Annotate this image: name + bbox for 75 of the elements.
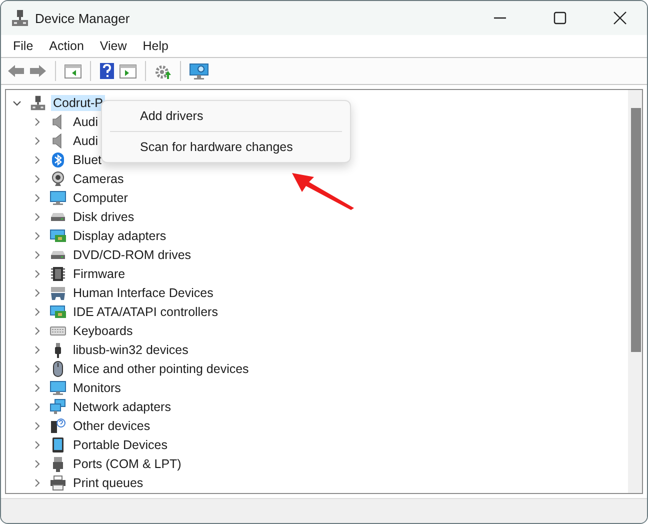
expand-chevron-icon[interactable] <box>32 154 42 164</box>
expand-chevron-icon[interactable] <box>32 402 42 412</box>
tree-item[interactable]: Monitors <box>71 380 123 396</box>
tree-item[interactable]: Computer <box>71 190 130 206</box>
unknown-device-icon <box>50 418 66 434</box>
expand-chevron-icon[interactable] <box>32 136 42 146</box>
pointer-arrow <box>290 171 356 211</box>
maximize-icon[interactable] <box>553 11 567 25</box>
drive-icon <box>50 250 66 258</box>
adapter-card-icon <box>50 228 66 244</box>
panel-icon[interactable] <box>64 63 82 79</box>
drive-icon <box>50 212 66 220</box>
expand-chevron-icon[interactable] <box>32 268 42 278</box>
tree-item[interactable]: Display adapters <box>71 228 168 244</box>
close-icon[interactable] <box>613 11 627 25</box>
expand-chevron-icon[interactable] <box>32 382 42 392</box>
monitor-icon[interactable] <box>189 62 209 80</box>
tree-item[interactable]: Network adapters <box>71 398 173 414</box>
panel-icon[interactable] <box>119 63 137 79</box>
expand-chevron-icon[interactable] <box>32 116 42 126</box>
tree-item[interactable]: Portable Devices <box>71 436 170 452</box>
expand-chevron-icon[interactable] <box>32 174 42 184</box>
expand-chevron-icon[interactable] <box>32 212 42 222</box>
network-icon <box>50 398 66 414</box>
printer-icon <box>50 474 66 490</box>
menu-item[interactable]: View <box>92 39 135 53</box>
expand-chevron-icon[interactable] <box>32 306 42 316</box>
scrollbar[interactable] <box>628 90 642 493</box>
tree-item[interactable]: Codrut-P <box>51 94 106 110</box>
tree-item[interactable]: Audi <box>71 132 100 148</box>
expand-chevron-icon[interactable] <box>32 288 42 298</box>
expand-chevron-icon[interactable] <box>32 458 42 468</box>
tree-item[interactable]: Keyboards <box>71 322 135 338</box>
webcam-icon <box>50 170 66 186</box>
menu-item[interactable]: Action <box>41 39 92 53</box>
tree-item[interactable]: Bluet <box>71 152 104 168</box>
expand-chevron-icon[interactable] <box>32 250 42 260</box>
tree-item[interactable]: Firmware <box>71 266 128 282</box>
expand-chevron-icon[interactable] <box>32 364 42 374</box>
tree-item[interactable]: IDE ATA/ATAPI controllers <box>71 304 220 320</box>
scrollbar-thumb[interactable] <box>631 108 641 352</box>
expand-chevron-icon[interactable] <box>32 440 42 450</box>
expand-chevron-icon[interactable] <box>32 326 42 336</box>
chip-icon <box>50 266 66 282</box>
tree-item[interactable]: Mice and other pointing devices <box>71 360 251 376</box>
tree-item[interactable]: libusb-win32 devices <box>71 342 190 358</box>
tree-item[interactable]: Ports (COM & LPT) <box>71 456 184 472</box>
menu-item[interactable]: Scan for hardware changes <box>102 136 350 158</box>
bluetooth-icon <box>50 152 66 168</box>
tree-item[interactable]: Human Interface Devices <box>71 284 216 300</box>
computer-icon <box>11 9 29 27</box>
tree-item[interactable]: Audi <box>71 114 100 130</box>
forward-arrow-icon[interactable] <box>29 63 47 79</box>
mouse-icon <box>50 360 66 376</box>
expand-chevron-icon[interactable] <box>32 230 42 240</box>
expand-chevron-icon[interactable] <box>32 420 42 430</box>
help-icon[interactable] <box>99 62 115 80</box>
menu-item[interactable]: Help <box>134 39 176 53</box>
expand-chevron-icon[interactable] <box>32 344 42 354</box>
port-connector-icon <box>50 456 66 472</box>
monitor-icon <box>50 190 66 206</box>
tree-item[interactable]: Print queues <box>71 474 146 490</box>
expand-chevron-icon[interactable] <box>32 192 42 202</box>
tree-item[interactable]: Cameras <box>71 170 126 186</box>
tree-item[interactable]: Other devices <box>71 418 152 434</box>
tree-item[interactable]: Disk drives <box>71 208 136 224</box>
tablet-icon <box>50 436 66 452</box>
computer-icon <box>30 94 46 110</box>
back-arrow-icon[interactable] <box>7 63 25 79</box>
menu-item[interactable]: File <box>5 39 42 53</box>
monitor-icon <box>50 380 66 396</box>
tree-item[interactable]: DVD/CD-ROM drives <box>71 246 194 262</box>
window-title: Device Manager <box>35 10 130 26</box>
expand-chevron-icon[interactable] <box>32 478 42 488</box>
adapter-card-icon <box>50 304 66 320</box>
